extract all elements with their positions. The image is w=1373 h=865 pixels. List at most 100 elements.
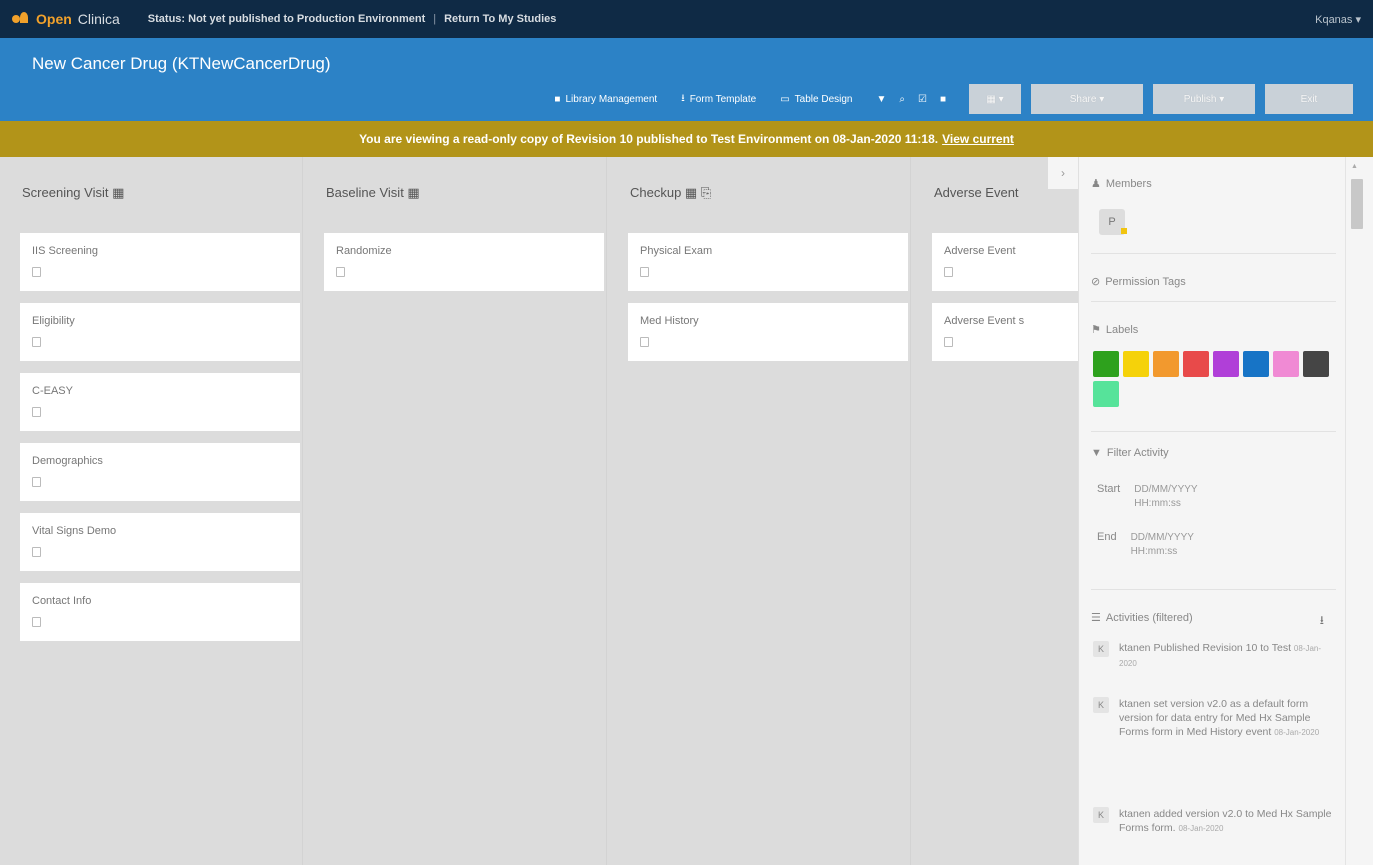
grid-icon[interactable]: ■	[940, 94, 946, 105]
library-management-link[interactable]: ■ Library Management	[554, 94, 657, 105]
labels-icon: ⚑	[1091, 324, 1101, 336]
nav-separator: |	[433, 13, 437, 25]
members-section: ♟ Members	[1091, 177, 1336, 191]
activity-time: 08-Jan-2020	[1178, 824, 1224, 833]
return-to-studies-link[interactable]: Return To My Studies	[444, 13, 556, 25]
openclinica-logo[interactable]: Open Clinica	[12, 11, 120, 27]
form-card[interactable]: Physical Exam	[628, 233, 908, 291]
publish-button[interactable]: Publish ▾	[1153, 84, 1255, 114]
publish-status: Status: Not yet published to Production …	[147, 13, 426, 25]
form-card[interactable]: C-EASY	[20, 373, 300, 431]
filter-end-row: End DD/MM/YYYY HH:mm:ss	[1097, 531, 1194, 559]
read-only-banner: You are viewing a read-only copy of Revi…	[0, 121, 1373, 157]
form-name: Med History	[640, 315, 699, 327]
event-column-checkup: Checkup ▦ ⎘ Physical Exam Med History	[608, 157, 911, 865]
label-swatch[interactable]	[1093, 381, 1119, 407]
form-card[interactable]: IIS Screening	[20, 233, 300, 291]
label-swatch[interactable]	[1273, 351, 1299, 377]
view-current-link[interactable]: View current	[942, 132, 1014, 146]
filter-end-input[interactable]: DD/MM/YYYY HH:mm:ss	[1131, 531, 1194, 559]
label-swatch[interactable]	[1243, 351, 1269, 377]
form-icon	[640, 337, 649, 347]
label-swatch[interactable]	[1093, 351, 1119, 377]
activity-icon: ☰	[1091, 612, 1101, 624]
form-name: Eligibility	[32, 315, 75, 327]
form-name: Adverse Event s	[944, 315, 1025, 327]
label-swatch[interactable]	[1153, 351, 1179, 377]
permission-tags-section: ⊘ Permission Tags	[1091, 275, 1336, 289]
form-card[interactable]: Randomize	[324, 233, 604, 291]
design-toolbar: ■ Library Management ⭳ Form Template ▭ T…	[554, 84, 1353, 114]
form-template-link[interactable]: ⭳ Form Template	[681, 91, 756, 108]
label-swatch[interactable]	[1213, 351, 1239, 377]
download-icon[interactable]: ⭳	[1320, 611, 1324, 632]
library-management-label: Library Management	[565, 93, 658, 105]
form-card[interactable]: Contact Info	[20, 583, 300, 641]
activity-user-icon: K	[1093, 697, 1109, 713]
column-title[interactable]: Screening Visit ▦	[22, 185, 124, 201]
logo-text-clinica: Clinica	[77, 11, 120, 27]
user-menu[interactable]: Kqanas ▾	[1315, 13, 1361, 26]
table-design-link[interactable]: ▭ Table Design	[780, 94, 852, 105]
download-template-icon: ⭳	[681, 92, 685, 104]
activities-title: Activities (filtered)	[1105, 611, 1193, 624]
form-card[interactable]: Vital Signs Demo	[20, 513, 300, 571]
form-card[interactable]: Adverse Event	[932, 233, 1078, 291]
permission-tags-title: Permission Tags	[1105, 275, 1186, 288]
label-swatch[interactable]	[1303, 351, 1329, 377]
scroll-up-icon[interactable]: ▲	[1351, 163, 1358, 170]
form-icon	[32, 337, 41, 347]
table-icon: ▭	[780, 93, 790, 105]
search-icon[interactable]: ⌕	[899, 94, 905, 105]
column-title[interactable]: Checkup ▦ ⎘	[630, 185, 711, 201]
form-card[interactable]: Demographics	[20, 443, 300, 501]
label-swatch[interactable]	[1123, 351, 1149, 377]
label-swatch[interactable]	[1183, 351, 1209, 377]
filter-start-input[interactable]: DD/MM/YYYY HH:mm:ss	[1134, 483, 1197, 511]
event-column-screening: Screening Visit ▦ IIS Screening Eligibil…	[0, 157, 303, 865]
top-nav: Open Clinica Status: Not yet published to…	[0, 0, 1373, 38]
filter-icon[interactable]: ▼	[876, 94, 886, 105]
form-name: Vital Signs Demo	[32, 525, 117, 537]
avatar[interactable]: P	[1099, 209, 1127, 235]
form-icon	[32, 407, 41, 417]
filter-activity-section: ▼ Filter Activity	[1091, 447, 1336, 459]
form-name: Contact Info	[32, 595, 92, 607]
form-card[interactable]: Adverse Event s	[932, 303, 1078, 361]
column-title[interactable]: Adverse Event	[934, 185, 1019, 200]
panel-scrollbar[interactable]: ▲	[1345, 157, 1373, 865]
activities-section: ☰ Activities (filtered) ⭳	[1091, 611, 1336, 628]
check-icon[interactable]: ☑	[918, 94, 927, 105]
view-menu-button[interactable]: ▦ ▾	[969, 84, 1021, 114]
form-template-label: Form Template	[689, 93, 757, 105]
library-icon: ■	[554, 93, 561, 105]
filter-icon: ▼	[1091, 447, 1102, 459]
study-header: New Cancer Drug (KTNewCancerDrug) ■ Libr…	[0, 38, 1373, 121]
form-icon	[336, 267, 345, 277]
filter-end-label: End	[1097, 531, 1117, 543]
side-panel: ♟ Members P ⊘ Permission Tags ⚑ Labels ▼ Fil…	[1078, 157, 1345, 865]
user-icon: ♟	[1091, 178, 1101, 190]
filter-start-label: Start	[1097, 483, 1121, 495]
permission-tags-header[interactable]: ⊘ Permission Tags	[1091, 275, 1336, 289]
column-title[interactable]: Baseline Visit ▦	[326, 185, 420, 201]
form-icon	[640, 267, 649, 277]
tag-icon: ⊘	[1091, 276, 1101, 288]
activity-text: ktanen Published Revision 10 to Test	[1119, 642, 1291, 654]
exit-button[interactable]: Exit	[1265, 84, 1353, 114]
form-name: IIS Screening	[32, 245, 99, 257]
form-card[interactable]: Med History	[628, 303, 908, 361]
form-card[interactable]: Eligibility	[20, 303, 300, 361]
scrollbar-thumb[interactable]	[1351, 179, 1363, 229]
form-icon	[32, 267, 41, 277]
share-button[interactable]: Share ▾	[1031, 84, 1143, 114]
form-icon	[32, 617, 41, 627]
logo-text-open: Open	[36, 11, 72, 27]
event-column-baseline: Baseline Visit ▦ Randomize	[304, 157, 607, 865]
activity-time: 08-Jan-2020	[1274, 728, 1320, 737]
event-column-adverse: Adverse Event Adverse Event Adverse Even…	[912, 157, 1078, 865]
activity-item: K ktanen added version v2.0 to Med Hx Sa…	[1093, 807, 1333, 836]
panel-collapse-button[interactable]: ›	[1048, 157, 1078, 189]
filter-start-date: DD/MM/YYYY	[1134, 484, 1198, 495]
label-swatches	[1093, 351, 1333, 407]
